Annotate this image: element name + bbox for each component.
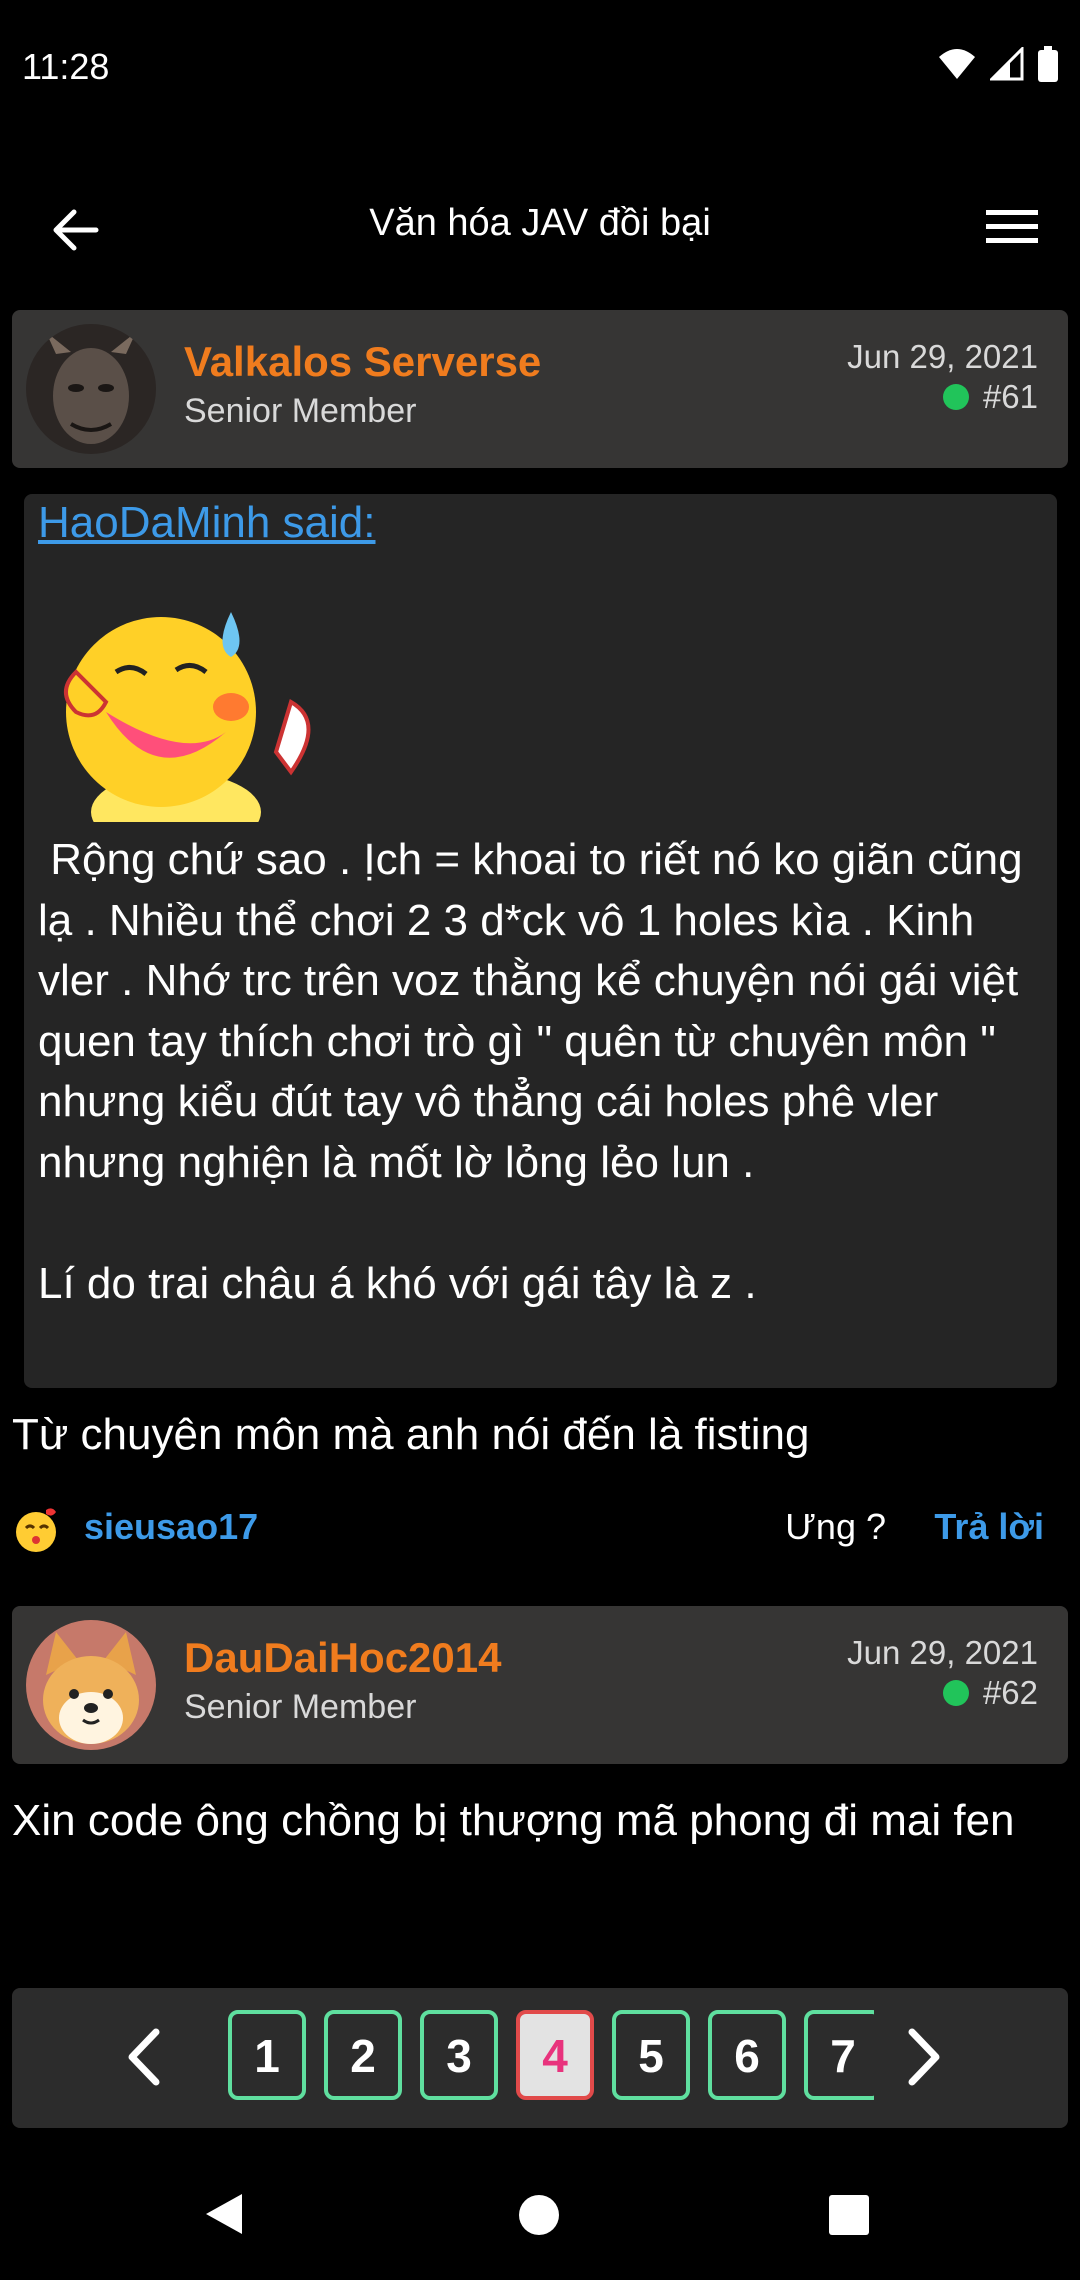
page-button-current[interactable]: 4 <box>516 2010 594 2100</box>
status-bar: 11:28 <box>0 0 1080 135</box>
online-status-icon <box>942 384 969 410</box>
page-button[interactable]: 7 <box>804 2010 874 2100</box>
post-number[interactable]: #61 <box>983 378 1038 416</box>
signal-icon <box>990 47 1024 81</box>
post-header: DauDaiHoc2014 Senior Member Jun 29, 2021… <box>12 1606 1068 1764</box>
username[interactable]: DauDaiHoc2014 <box>184 1634 501 1682</box>
reactor-username[interactable]: sieusao17 <box>84 1506 258 1548</box>
nav-recents-icon[interactable] <box>828 2194 870 2236</box>
page-button[interactable]: 1 <box>228 2010 306 2100</box>
kiss-emoji-icon[interactable] <box>12 1506 60 1554</box>
pagination: 1 2 3 4 5 6 7 <box>12 1988 1068 2128</box>
quote-block: HaoDaMinh said: Rộng chứ sao . Ịch = kho… <box>24 494 1057 1388</box>
avatar[interactable] <box>26 324 156 454</box>
post-date: Jun 29, 2021 <box>847 338 1038 375</box>
system-nav-bar <box>0 2150 1080 2280</box>
user-role: Senior Member <box>184 392 417 430</box>
avatar[interactable] <box>26 1620 156 1750</box>
wifi-icon <box>939 49 975 79</box>
react-button[interactable]: Ưng ? <box>785 1506 886 1548</box>
reply-button[interactable]: Trả lời <box>934 1506 1044 1548</box>
user-role: Senior Member <box>184 1688 417 1726</box>
chevron-right-icon[interactable] <box>892 2022 952 2092</box>
online-status-icon <box>942 1680 969 1706</box>
page-button[interactable]: 5 <box>612 2010 690 2100</box>
page-button[interactable]: 6 <box>708 2010 786 2100</box>
post-body: Xin code ông chồng bị thượng mã phong đi… <box>12 1796 1015 1845</box>
username[interactable]: Valkalos Serverse <box>184 338 541 386</box>
quote-text: Rộng chứ sao . Ịch = khoai to riết nó ko… <box>38 835 1023 1308</box>
chevron-left-icon[interactable] <box>116 2022 176 2092</box>
page-list: 1 2 3 4 5 6 7 <box>214 2010 874 2108</box>
reaction-row: sieusao17 Ưng ? Trả lời <box>12 1500 1068 1560</box>
sticker-image <box>64 612 311 822</box>
nav-home-icon[interactable] <box>518 2194 560 2236</box>
nav-back-icon[interactable] <box>204 2192 244 2236</box>
battery-icon <box>1038 46 1058 82</box>
hamburger-menu-icon[interactable] <box>984 202 1040 252</box>
post-date: Jun 29, 2021 <box>847 1634 1038 1671</box>
page-button[interactable]: 2 <box>324 2010 402 2100</box>
post-number[interactable]: #62 <box>983 1674 1038 1712</box>
quote-author-link[interactable]: HaoDaMinh said: <box>38 498 376 548</box>
status-time: 11:28 <box>22 46 110 87</box>
app-bar: Văn hóa JAV đồi bại <box>0 170 1080 285</box>
post-header: Valkalos Serverse Senior Member Jun 29, … <box>12 310 1068 468</box>
page-title: Văn hóa JAV đồi bại <box>369 202 711 244</box>
page-button[interactable]: 3 <box>420 2010 498 2100</box>
post-body: Từ chuyên môn mà anh nói đến là fisting <box>12 1410 810 1459</box>
